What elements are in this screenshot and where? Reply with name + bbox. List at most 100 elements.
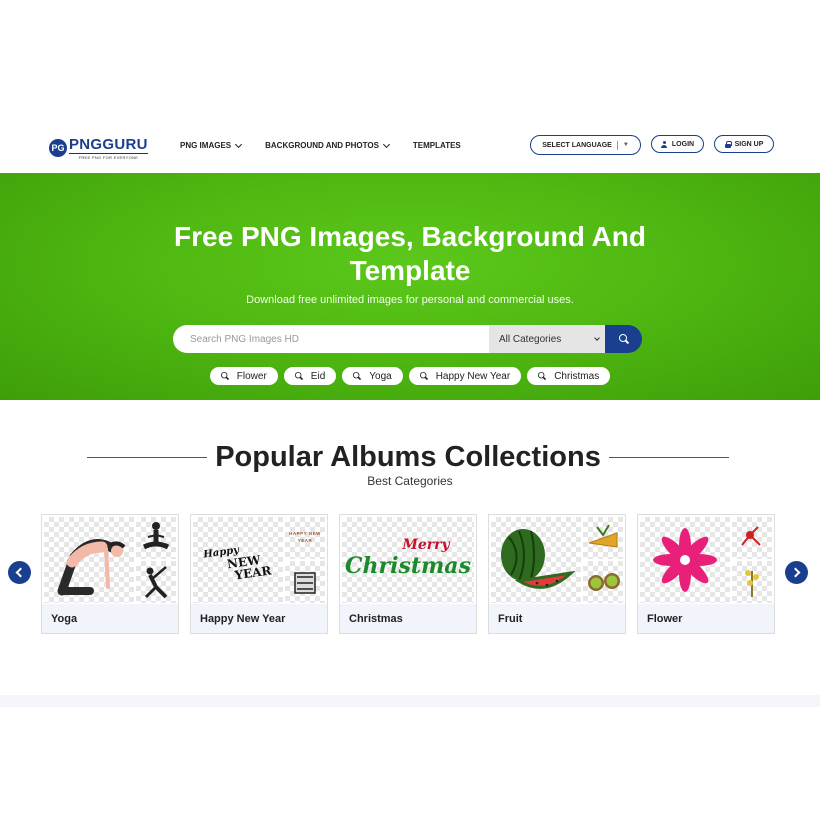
language-select-label: SELECT LANGUAGE xyxy=(542,141,612,149)
album-card-label: Yoga xyxy=(42,604,178,633)
search-icon xyxy=(294,372,303,380)
stretch-pose-image xyxy=(144,566,168,599)
album-thumbnails xyxy=(489,515,625,605)
tag-label: Flower xyxy=(236,370,267,382)
carousel-prev-button[interactable] xyxy=(8,561,31,584)
divider xyxy=(87,456,208,458)
category-select[interactable]: All Categories xyxy=(489,325,605,353)
divider xyxy=(616,140,618,150)
search-icon xyxy=(538,372,546,380)
search-bar: All Categories xyxy=(173,325,642,353)
signup-button[interactable]: SIGN UP xyxy=(714,135,774,153)
signup-label: SIGN UP xyxy=(734,140,764,148)
art-text: HAPPY NEW YEAR xyxy=(289,531,321,543)
art-text: Merry xyxy=(402,537,450,553)
nav-item-png-images[interactable]: PNG IMAGES xyxy=(180,140,243,150)
nav-label: BACKGROUND AND PHOTOS xyxy=(265,141,379,150)
user-icon xyxy=(661,140,668,148)
hero-title: Free PNG Images, Background And Template xyxy=(0,220,820,288)
logo-tagline: FREE PNG FOR EVERYONE xyxy=(69,153,148,160)
year-number-image xyxy=(294,572,316,594)
logo-text: PNGGURU FREE PNG FOR EVERYONE xyxy=(69,137,148,160)
kiwi-image xyxy=(588,573,620,591)
tag-label: Christmas xyxy=(554,370,600,382)
tag-christmas[interactable]: Christmas xyxy=(527,367,611,385)
album-side-image xyxy=(732,561,772,603)
album-card-label: Fruit xyxy=(489,604,625,633)
hero-subtitle: Download free unlimited images for perso… xyxy=(246,294,574,306)
search-input[interactable] xyxy=(173,325,489,353)
tag-label: Happy New Year xyxy=(435,370,511,382)
search-icon xyxy=(220,372,229,380)
carousel-next-button[interactable] xyxy=(785,561,808,584)
search-icon xyxy=(618,334,629,344)
login-button[interactable]: LOGIN xyxy=(651,135,704,153)
nav-label: PNG IMAGES xyxy=(180,141,232,150)
album-side-image xyxy=(732,517,772,559)
section-title: Popular Albums Collections xyxy=(215,440,601,473)
album-card-yoga[interactable]: Yoga xyxy=(41,514,179,634)
hero-title-line-1: Free PNG Images, Background And xyxy=(174,221,646,252)
meditation-pose-image xyxy=(142,522,170,550)
tag-label: Eid xyxy=(310,370,326,382)
popular-tags: Flower Eid Yoga Happy New Year Christmas xyxy=(0,367,820,385)
album-side-image xyxy=(285,561,325,603)
album-thumbnails: Happy NEW YEAR HAPPY NEW YEAR xyxy=(191,515,327,605)
watermelon-image xyxy=(501,529,576,589)
tag-eid[interactable]: Eid xyxy=(283,367,337,385)
language-select[interactable]: SELECT LANGUAGE ▼ xyxy=(530,135,641,155)
hero-title-line-2: Template xyxy=(349,255,471,286)
tag-yoga[interactable]: Yoga xyxy=(342,367,403,385)
album-card-christmas[interactable]: Merry Christmas Christmas xyxy=(339,514,477,634)
nav-item-templates[interactable]: TEMPLATES xyxy=(413,141,461,150)
footer-band xyxy=(0,695,820,707)
tag-happy-new-year[interactable]: Happy New Year xyxy=(408,367,522,385)
album-side-images xyxy=(583,517,623,603)
tag-flower[interactable]: Flower xyxy=(209,367,278,385)
search-icon xyxy=(419,372,428,380)
album-side-images: HAPPY NEW YEAR xyxy=(285,517,325,603)
yellow-flower-image xyxy=(745,570,759,597)
hero-banner: Free PNG Images, Background And Template… xyxy=(0,173,820,400)
album-card-flower[interactable]: Flower xyxy=(637,514,775,634)
album-main-image xyxy=(640,517,730,603)
search-icon xyxy=(353,372,361,380)
album-card-label: Christmas xyxy=(340,604,476,633)
yoga-pose-image xyxy=(57,539,126,596)
album-side-image xyxy=(136,561,176,603)
chevron-down-icon xyxy=(594,335,600,341)
lock-icon xyxy=(724,140,732,148)
site-logo[interactable]: PG PNGGURU FREE PNG FOR EVERYONE xyxy=(49,137,148,160)
chevron-down-icon xyxy=(235,140,243,148)
album-side-images xyxy=(732,517,772,603)
art-text: YEAR xyxy=(233,563,273,583)
album-card-label: Flower xyxy=(638,604,774,633)
nav-item-background-and-photos[interactable]: BACKGROUND AND PHOTOS xyxy=(265,140,390,150)
album-main-image: Happy NEW YEAR xyxy=(193,517,283,603)
dropdown-arrow-icon: ▼ xyxy=(622,142,629,148)
pineapple-image xyxy=(588,524,618,548)
album-thumbnails: Merry Christmas xyxy=(340,515,476,605)
christmas-lettering: Merry Christmas xyxy=(342,537,474,579)
site-header: PG PNGGURU FREE PNG FOR EVERYONE PNG IMA… xyxy=(0,128,820,172)
chevron-down-icon xyxy=(382,140,390,148)
album-side-image xyxy=(583,517,623,559)
album-thumbnails xyxy=(638,515,774,605)
divider xyxy=(608,456,730,458)
album-card-label: Happy New Year xyxy=(191,604,327,633)
album-main-image xyxy=(491,517,581,603)
art-text: Christmas xyxy=(345,553,471,579)
search-button[interactable] xyxy=(605,325,642,353)
red-flower-image xyxy=(741,526,761,546)
album-side-image: HAPPY NEW YEAR xyxy=(285,517,325,559)
logo-name: PNGGURU xyxy=(69,136,148,153)
album-card-fruit[interactable]: Fruit xyxy=(488,514,626,634)
album-card-happy-new-year[interactable]: Happy NEW YEAR HAPPY NEW YEAR Happy New … xyxy=(190,514,328,634)
category-select-value: All Categories xyxy=(499,333,562,345)
album-carousel: Yoga Happy NEW YEAR HAPPY NEW YEAR Happy… xyxy=(41,514,775,634)
album-side-image xyxy=(136,517,176,559)
album-side-image xyxy=(583,561,623,603)
album-thumbnails xyxy=(42,515,178,605)
section-title-row: Popular Albums Collections xyxy=(87,440,730,474)
album-main-image xyxy=(44,517,134,603)
